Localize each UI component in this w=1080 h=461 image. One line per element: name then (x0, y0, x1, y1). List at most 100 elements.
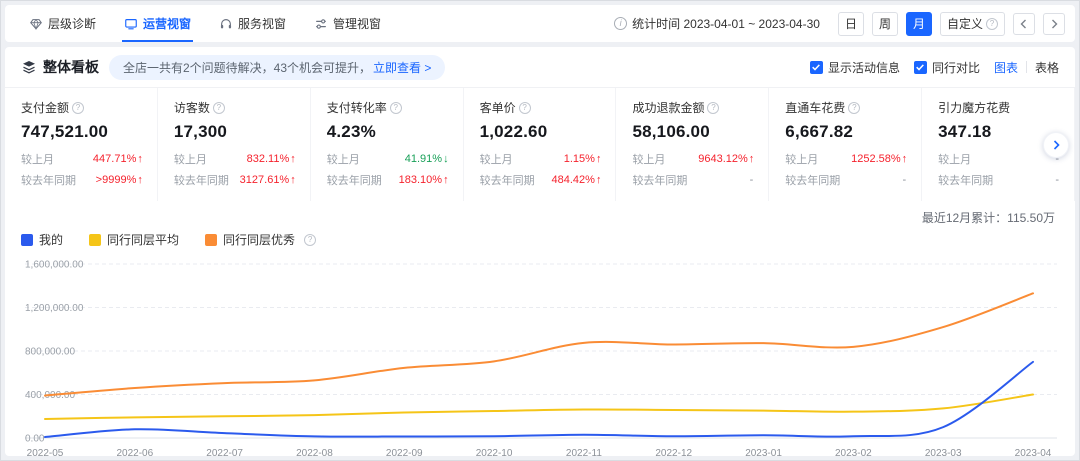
chevron-left-icon (1018, 18, 1030, 30)
tab-label: 层级诊断 (48, 15, 96, 32)
statistic-time: 统计时间 2023-04-01 ~ 2023-04-30 (614, 15, 820, 32)
svg-text:1,200,000.00: 1,200,000.00 (25, 303, 84, 314)
next-period-button[interactable] (1043, 13, 1065, 35)
headset-icon (219, 17, 233, 31)
yoy-label: 较去年同期 (785, 172, 840, 188)
tab-management-view[interactable]: 管理视窗 (300, 5, 395, 42)
yoy-label: 较去年同期 (632, 172, 687, 188)
help-icon[interactable] (707, 102, 719, 114)
checkbox-checked-icon (914, 61, 927, 74)
metrics-next-button[interactable] (1043, 132, 1069, 158)
peer-compare-checkbox[interactable]: 同行对比 (914, 59, 980, 76)
metric-title: 访客数 (174, 99, 296, 116)
metric-title: 支付金额 (21, 99, 143, 116)
legend-label: 同行同层优秀 (223, 231, 295, 248)
trend-arrow-icon: ↑ (749, 153, 755, 165)
svg-text:2023-01: 2023-01 (745, 448, 782, 456)
legend-item-peer-excellent[interactable]: 同行同层优秀 (205, 231, 316, 248)
metric-value: 58,106.00 (632, 122, 754, 142)
svg-text:2022-11: 2022-11 (566, 448, 602, 456)
help-icon[interactable] (390, 102, 402, 114)
svg-text:2022-10: 2022-10 (476, 448, 513, 456)
help-icon (986, 18, 998, 30)
view-now-link[interactable]: 立即查看 > (373, 59, 431, 76)
line-chart: 0.00400,000.00800,000.001,200,000.001,60… (21, 256, 1059, 456)
help-icon[interactable] (519, 102, 531, 114)
metric-title: 引力魔方花费 (938, 99, 1060, 116)
chart-legend: 我的 同行同层平均 同行同层优秀 (21, 231, 1059, 248)
legend-swatch (205, 234, 217, 246)
legend-item-peer-average[interactable]: 同行同层平均 (89, 231, 179, 248)
legend-item-mine[interactable]: 我的 (21, 231, 63, 248)
metric-value: 1,022.60 (480, 122, 602, 142)
yoy-label: 较去年同期 (174, 172, 229, 188)
mom-value: 832.11%↑ (247, 153, 296, 165)
info-icon[interactable] (614, 17, 627, 30)
tab-service-view[interactable]: 服务视窗 (205, 5, 300, 42)
mom-label: 较上月 (174, 151, 207, 167)
yoy-label: 较去年同期 (21, 172, 76, 188)
tab-operation-view[interactable]: 运营视窗 (110, 5, 205, 42)
yoy-value: - (1055, 174, 1060, 186)
period-day-button[interactable]: 日 (838, 12, 864, 36)
view-tabs: 层级诊断 运营视窗 服务视窗 管理视窗 (15, 5, 395, 42)
prev-period-button[interactable] (1013, 13, 1035, 35)
mom-value: 9643.12%↑ (698, 153, 754, 165)
svg-text:1,600,000.00: 1,600,000.00 (25, 260, 84, 271)
svg-text:2022-05: 2022-05 (27, 448, 64, 456)
show-activity-checkbox[interactable]: 显示活动信息 (810, 59, 900, 76)
help-icon[interactable] (72, 102, 84, 114)
metric-title: 成功退款金额 (632, 99, 754, 116)
metric-value: 6,667.82 (785, 122, 907, 142)
mom-value: 1252.58%↑ (851, 153, 907, 165)
trend-arrow-icon: ↑ (596, 174, 602, 186)
issues-notice-pill[interactable]: 全店一共有2个问题待解决，43个机会可提升， 立即查看 > (109, 55, 445, 80)
mom-label: 较上月 (785, 151, 818, 167)
period-week-button[interactable]: 周 (872, 12, 898, 36)
metric-card-conversion-rate[interactable]: 支付转化率 4.23% 较上月41.91%↓ 较去年同期183.10%↑ (311, 88, 464, 201)
svg-text:0.00: 0.00 (25, 434, 45, 445)
chart-table-toggle: 图表 表格 (994, 59, 1059, 76)
yoy-value: - (902, 174, 907, 186)
help-icon[interactable] (848, 102, 860, 114)
metric-card-refund-amount[interactable]: 成功退款金额 58,106.00 较上月9643.12%↑ 较去年同期- (616, 88, 769, 201)
trend-arrow-icon: ↑ (290, 174, 296, 186)
help-icon[interactable] (213, 102, 225, 114)
metric-value: 747,521.00 (21, 122, 143, 142)
metric-title: 直通车花费 (785, 99, 907, 116)
tab-label: 服务视窗 (238, 15, 286, 32)
metric-value: 4.23% (327, 122, 449, 142)
custom-label: 自定义 (947, 15, 983, 32)
trend-arrow-icon: ↑ (443, 174, 449, 186)
legend-swatch (89, 234, 101, 246)
trend-arrow-icon: ↑ (290, 153, 296, 165)
yoy-value: >9999%↑ (96, 174, 143, 186)
checkbox-label: 同行对比 (932, 59, 980, 76)
yoy-value: 183.10%↑ (399, 174, 449, 186)
metric-card-payment-amount[interactable]: 支付金额 747,521.00 较上月447.71%↑ 较去年同期>9999%↑ (5, 88, 158, 201)
mom-label: 较上月 (21, 151, 54, 167)
period-custom-button[interactable]: 自定义 (940, 12, 1005, 36)
gem-icon (29, 17, 43, 31)
trend-arrow-icon: ↑ (137, 153, 143, 165)
trend-arrow-icon: ↓ (443, 153, 449, 165)
metric-card-avg-order-value[interactable]: 客单价 1,022.60 较上月1.15%↑ 较去年同期484.42%↑ (464, 88, 617, 201)
trend-arrow-icon: ↑ (137, 174, 143, 186)
help-icon[interactable] (304, 234, 316, 246)
view-chart-link[interactable]: 图表 (994, 59, 1018, 76)
view-table-link[interactable]: 表格 (1035, 59, 1059, 76)
metric-card-visitor-count[interactable]: 访客数 17,300 较上月832.11%↑ 较去年同期3127.61%↑ (158, 88, 311, 201)
svg-text:2023-03: 2023-03 (925, 448, 962, 456)
period-month-button[interactable]: 月 (906, 12, 932, 36)
yoy-value: - (750, 174, 755, 186)
checkbox-checked-icon (810, 61, 823, 74)
mom-label: 较上月 (480, 151, 513, 167)
mom-value: 41.91%↓ (405, 153, 449, 165)
tab-level-diagnosis[interactable]: 层级诊断 (15, 5, 110, 42)
legend-label: 同行同层平均 (107, 231, 179, 248)
metric-card-express-train-cost[interactable]: 直通车花费 6,667.82 较上月 1252.58%↑ 较去年同期 - (769, 88, 922, 201)
board-header-controls: 显示活动信息 同行对比 图表 表格 (810, 59, 1059, 76)
tab-label: 管理视窗 (333, 15, 381, 32)
legend-label: 我的 (39, 231, 63, 248)
yoy-label: 较去年同期 (327, 172, 382, 188)
